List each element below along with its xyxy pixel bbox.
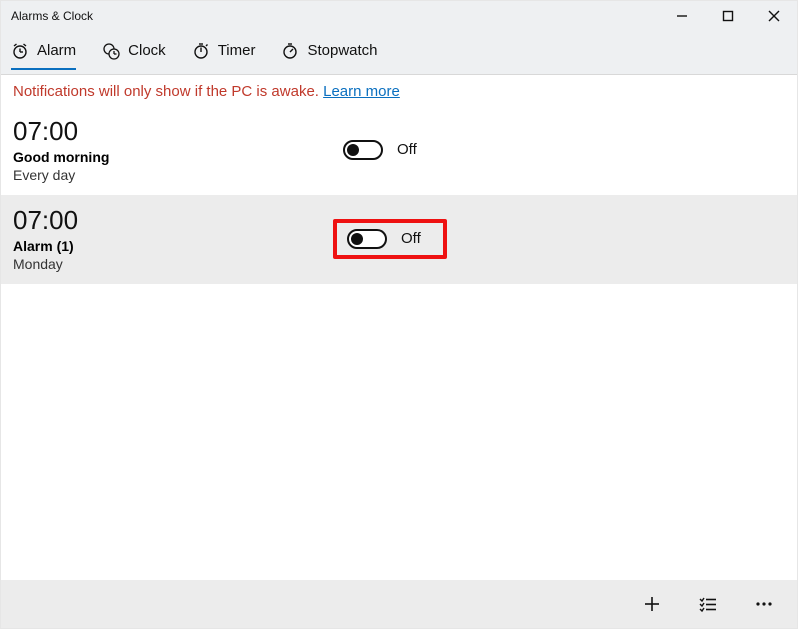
- tab-alarm[interactable]: Alarm: [11, 36, 76, 70]
- tab-clock-label: Clock: [128, 42, 166, 59]
- tab-alarm-label: Alarm: [37, 42, 76, 59]
- tab-timer[interactable]: Timer: [192, 36, 256, 70]
- alarm-days: Every day: [13, 167, 333, 183]
- alarm-time: 07:00: [13, 205, 333, 236]
- timer-icon: [192, 42, 210, 60]
- alarm-toggle[interactable]: [343, 140, 383, 160]
- close-button[interactable]: [751, 1, 797, 31]
- toggle-knob: [351, 233, 363, 245]
- minimize-button[interactable]: [659, 1, 705, 31]
- alarm-days: Monday: [13, 256, 333, 272]
- alarm-list: 07:00 Good morning Every day Off 07:00 A…: [1, 106, 797, 284]
- notifications-warning-text: Notifications will only show if the PC i…: [13, 83, 323, 100]
- alarm-toggle[interactable]: [347, 229, 387, 249]
- alarm-toggle-label: Off: [401, 230, 421, 247]
- tab-stopwatch-label: Stopwatch: [307, 42, 377, 59]
- select-alarms-button[interactable]: [697, 593, 719, 615]
- alarm-icon: [11, 42, 29, 60]
- stopwatch-icon: [281, 42, 299, 60]
- alarm-row[interactable]: 07:00 Alarm (1) Monday Off: [1, 195, 797, 284]
- alarm-name: Alarm (1): [13, 238, 333, 254]
- titlebar: Alarms & Clock: [1, 1, 797, 31]
- alarm-toggle-highlight: Off: [333, 219, 447, 259]
- tabbar: Alarm Clock Timer Stopwatch: [1, 31, 797, 75]
- tab-stopwatch[interactable]: Stopwatch: [281, 36, 377, 70]
- more-button[interactable]: [753, 593, 775, 615]
- alarm-toggle-label: Off: [397, 141, 417, 158]
- alarm-toggle-wrap: Off: [333, 134, 427, 166]
- learn-more-link[interactable]: Learn more: [323, 83, 400, 100]
- tab-clock[interactable]: Clock: [102, 36, 166, 70]
- alarm-info: 07:00 Good morning Every day: [13, 116, 333, 183]
- clock-icon: [102, 42, 120, 60]
- alarm-name: Good morning: [13, 149, 333, 165]
- command-bar: [1, 580, 797, 628]
- notifications-warning: Notifications will only show if the PC i…: [1, 75, 797, 106]
- add-alarm-button[interactable]: [641, 593, 663, 615]
- alarm-info: 07:00 Alarm (1) Monday: [13, 205, 333, 272]
- toggle-knob: [347, 144, 359, 156]
- tab-timer-label: Timer: [218, 42, 256, 59]
- maximize-button[interactable]: [705, 1, 751, 31]
- alarm-time: 07:00: [13, 116, 333, 147]
- alarm-row[interactable]: 07:00 Good morning Every day Off: [1, 106, 797, 195]
- window-title: Alarms & Clock: [11, 9, 93, 23]
- window-controls: [659, 1, 797, 31]
